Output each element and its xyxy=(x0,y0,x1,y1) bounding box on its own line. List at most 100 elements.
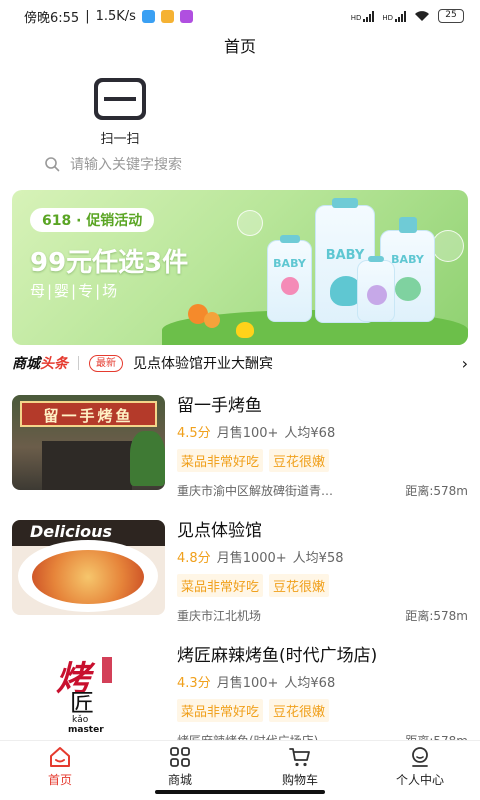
shop-tag: 菜品非常好吃 xyxy=(177,699,264,722)
banner-tag: 618 · 促销活动 xyxy=(30,208,155,232)
shop-sales: 月售100+ xyxy=(216,426,279,441)
banner-headline: 99元任选3件 xyxy=(30,248,189,278)
shop-name: 见点体验馆 xyxy=(177,521,262,541)
folder-app-icon xyxy=(160,9,174,23)
search-placeholder: 请输入关键字搜索 xyxy=(70,157,182,173)
shop-tags: 菜品非常好吃 豆花很嫩 xyxy=(177,574,468,597)
shop-meta: 4.8分 月售1000+ 人均¥58 xyxy=(177,547,468,566)
nav-label: 首页 xyxy=(47,773,72,787)
dish-food xyxy=(32,550,144,604)
shop-score: 4.8分 xyxy=(177,551,211,566)
nav-item-home[interactable]: 首页 xyxy=(0,741,120,800)
shop-score: 4.3分 xyxy=(177,676,211,691)
ticker-text: 见点体验馆开业大酬宾 xyxy=(133,356,273,372)
bottle-label: BABY xyxy=(273,257,306,270)
shop-distance: 距离:578m xyxy=(405,609,468,623)
status-speed: 1.5K/s xyxy=(95,8,136,24)
ticker-brand: 商城头条 xyxy=(12,353,68,373)
shop-distance: 距离:578m xyxy=(405,484,468,498)
shop-meta: 4.3分 月售100+ 人均¥68 xyxy=(177,672,468,691)
scan-icon xyxy=(94,78,146,120)
shop-address: 重庆市江北机场 xyxy=(177,609,262,623)
status-separator: | xyxy=(85,8,90,24)
search-input[interactable]: 请输入关键字搜索 xyxy=(44,151,444,177)
grid-icon xyxy=(170,747,190,767)
shop-tag: 菜品非常好吃 xyxy=(177,574,264,597)
shop-logo: 烤 匠 kǎo master xyxy=(12,645,165,740)
bottle-flower-icon xyxy=(281,277,299,295)
shop-tree xyxy=(130,431,165,486)
scan-label: 扫一扫 xyxy=(100,132,140,147)
shop-avg-price: 人均¥68 xyxy=(284,426,336,441)
product-bottle: BABY xyxy=(267,235,312,322)
banner-tag-event: 618 xyxy=(42,213,72,229)
nav-item-profile[interactable]: 个人中心 xyxy=(360,741,480,800)
logo-english-1: kǎo xyxy=(72,715,89,725)
hd-label-2: HD xyxy=(382,13,393,22)
battery-indicator: 25 xyxy=(438,9,464,23)
home-icon xyxy=(50,747,70,767)
nav-label: 商城 xyxy=(167,773,192,787)
bottle-mascot-icon xyxy=(395,277,421,301)
status-left: 傍晚6:55 | 1.5K/s xyxy=(24,7,193,26)
bubble-decoration xyxy=(432,230,464,262)
logo-char-2: 匠 xyxy=(70,689,94,717)
shop-tags: 菜品非常好吃 豆花很嫩 xyxy=(177,699,468,722)
nav-label: 个人中心 xyxy=(395,773,444,787)
headline-ticker[interactable]: 商城头条 最新 见点体验馆开业大酬宾 › xyxy=(12,351,468,375)
shop-meta: 4.5分 月售100+ 人均¥68 xyxy=(177,422,468,441)
nav-label: 购物车 xyxy=(281,773,318,787)
shop-avg-price: 人均¥68 xyxy=(284,676,336,691)
duck-icon xyxy=(236,322,254,338)
shop-footer: 重庆市渝中区解放碑街道青… 距离:578m xyxy=(177,482,468,499)
shop-name: 留一手烤鱼 xyxy=(177,396,262,416)
video-app-icon xyxy=(179,9,193,23)
banner-tag-sep: · xyxy=(76,213,82,229)
shop-tag: 豆花很嫩 xyxy=(269,574,330,597)
scan-button[interactable]: 扫一扫 xyxy=(92,78,148,147)
cloud-app-icon xyxy=(141,9,155,23)
hd-signal-icon: HD xyxy=(350,10,375,22)
user-icon xyxy=(412,747,428,767)
bottle-mascot-icon xyxy=(367,285,387,305)
shop-tag: 豆花很嫩 xyxy=(269,699,330,722)
shop-score: 4.5分 xyxy=(177,426,211,441)
wifi-icon xyxy=(415,11,429,21)
shop-photo: 留一手烤鱼 xyxy=(12,395,165,490)
status-bar: 傍晚6:55 | 1.5K/s HD HD 25 xyxy=(0,0,480,32)
shop-tags: 菜品非常好吃 豆花很嫩 xyxy=(177,449,468,472)
ticker-brand-prefix: 商城 xyxy=(12,356,40,372)
shop-info: 烤匠麻辣烤鱼(时代广场店) 4.3分 月售100+ 人均¥68 菜品非常好吃 豆… xyxy=(177,645,468,749)
shop-card[interactable]: Delicious 见点体验馆 4.8分 月售1000+ 人均¥58 菜品非常好… xyxy=(12,520,468,623)
shop-info: 留一手烤鱼 4.5分 月售100+ 人均¥68 菜品非常好吃 豆花很嫩 重庆市渝… xyxy=(177,395,468,499)
status-right: HD HD 25 xyxy=(351,9,464,23)
logo-seal xyxy=(102,657,112,683)
shop-sign-text: Delicious xyxy=(30,522,112,541)
shop-sales: 月售1000+ xyxy=(216,551,287,566)
banner-subline: 母|婴|专|场 xyxy=(30,282,120,300)
shop-card[interactable]: 烤 匠 kǎo master 烤匠麻辣烤鱼(时代广场店) 4.3分 月售100+… xyxy=(12,645,468,748)
product-bottle xyxy=(357,256,395,322)
page-title: 首页 xyxy=(223,37,256,56)
logo-english-2: master xyxy=(68,725,104,735)
hd-signal-icon-2: HD xyxy=(382,10,406,22)
banner-tag-text: 促销活动 xyxy=(86,213,143,229)
home-indicator xyxy=(155,790,325,794)
shop-photo: Delicious xyxy=(12,520,165,615)
chevron-right-icon[interactable]: › xyxy=(452,354,468,373)
shop-card[interactable]: 留一手烤鱼 留一手烤鱼 4.5分 月售100+ 人均¥68 菜品非常好吃 豆花很… xyxy=(12,395,468,498)
search-icon xyxy=(45,157,60,172)
cart-icon xyxy=(289,748,310,767)
shop-name: 烤匠麻辣烤鱼(时代广场店) xyxy=(177,646,378,666)
shop-info: 见点体验馆 4.8分 月售1000+ 人均¥58 菜品非常好吃 豆花很嫩 重庆市… xyxy=(177,520,468,624)
shop-doorway xyxy=(42,441,132,490)
bubble-decoration xyxy=(237,210,263,236)
hd-label: HD xyxy=(350,13,362,22)
shop-footer: 重庆市江北机场 距离:578m xyxy=(177,607,468,624)
promo-banner[interactable]: 618 · 促销活动 99元任选3件 母|婴|专|场 BABY BABY BAB… xyxy=(12,190,468,345)
shop-tag: 菜品非常好吃 xyxy=(177,449,264,472)
orange-decoration xyxy=(204,312,220,328)
shop-tag: 豆花很嫩 xyxy=(269,449,330,472)
new-badge: 最新 xyxy=(89,354,123,372)
ticker-brand-highlight: 头条 xyxy=(40,356,68,372)
